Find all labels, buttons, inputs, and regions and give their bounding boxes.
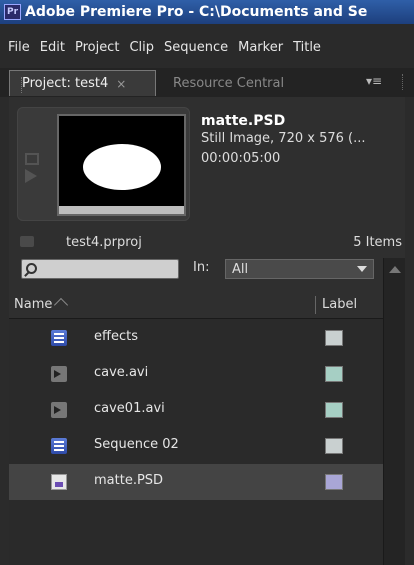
- tab-resource-central[interactable]: Resource Central: [161, 70, 304, 96]
- in-filter-value: All: [232, 261, 249, 277]
- label-swatch[interactable]: [325, 402, 343, 418]
- search-icon: [26, 263, 37, 274]
- vertical-scrollbar[interactable]: [383, 258, 405, 565]
- search-input[interactable]: [21, 259, 179, 279]
- premiere-logo-icon: Pr: [4, 4, 21, 20]
- project-info-row: test4.prproj 5 Items: [9, 234, 405, 254]
- window-title: Adobe Premiere Pro - C:\Documents and Se: [25, 4, 368, 20]
- list-item[interactable]: cave.avi: [9, 356, 383, 392]
- clip-thumbnail: [57, 114, 186, 216]
- column-name-header[interactable]: Name: [14, 297, 52, 312]
- item-name: cave.avi: [94, 365, 149, 380]
- menu-sequence[interactable]: Sequence: [159, 40, 233, 55]
- panel-tab-bar: Project: test4 × Resource Central ▾≡: [0, 68, 414, 97]
- tab-resource-central-label: Resource Central: [173, 75, 285, 91]
- clip-duration: 00:00:05:00: [201, 151, 281, 166]
- preview-controls: [25, 149, 47, 209]
- list-header: Name Label: [9, 290, 383, 319]
- still-image-icon: [51, 474, 67, 490]
- list-item[interactable]: Sequence 02: [9, 428, 383, 464]
- video-icon: [51, 366, 67, 382]
- clip-info: Still Image, 720 x 576 (...: [201, 131, 366, 146]
- matte-ellipse: [83, 144, 161, 190]
- menu-marker[interactable]: Marker: [233, 40, 288, 55]
- in-label: In:: [193, 260, 210, 275]
- sort-ascending-icon[interactable]: [53, 297, 69, 313]
- item-name: effects: [94, 329, 138, 344]
- label-swatch[interactable]: [325, 438, 343, 454]
- folder-icon: [20, 236, 34, 247]
- menu-project[interactable]: Project: [70, 40, 124, 55]
- thumbnail-scrubber[interactable]: [59, 206, 184, 214]
- sequence-icon: [51, 438, 67, 454]
- play-icon[interactable]: [25, 169, 37, 183]
- clip-name: matte.PSD: [201, 113, 286, 129]
- chevron-down-icon: [357, 266, 367, 272]
- menu-edit[interactable]: Edit: [35, 40, 70, 55]
- menu-title[interactable]: Title: [288, 40, 326, 55]
- list-item-selected[interactable]: matte.PSD: [9, 464, 383, 500]
- label-swatch[interactable]: [325, 366, 343, 382]
- label-swatch[interactable]: [325, 474, 343, 490]
- column-label-header[interactable]: Label: [322, 297, 357, 312]
- search-row: In: All: [9, 258, 405, 282]
- title-bar: Pr Adobe Premiere Pro - C:\Documents and…: [0, 0, 414, 24]
- column-divider[interactable]: [315, 296, 316, 314]
- label-swatch[interactable]: [325, 330, 343, 346]
- menu-clip[interactable]: Clip: [124, 40, 159, 55]
- list-item[interactable]: cave01.avi: [9, 392, 383, 428]
- project-file-name: test4.prproj: [66, 235, 142, 250]
- item-name: matte.PSD: [94, 473, 164, 488]
- project-item-list: Name Label effects cave.avi cave01.avi S…: [9, 290, 383, 565]
- tab-project[interactable]: Project: test4 ×: [9, 70, 156, 96]
- poster-frame-icon[interactable]: [25, 153, 39, 165]
- item-count: 5 Items: [353, 235, 402, 250]
- sequence-icon: [51, 330, 67, 346]
- drag-grip-icon[interactable]: [402, 74, 404, 90]
- menu-file[interactable]: File: [3, 40, 35, 55]
- panel-menu-icon[interactable]: ▾≡: [354, 74, 394, 92]
- video-icon: [51, 402, 67, 418]
- scroll-up-icon[interactable]: [389, 266, 401, 273]
- menu-bar: File Edit Project Clip Sequence Marker T…: [0, 24, 414, 68]
- in-filter-select[interactable]: All: [225, 259, 374, 279]
- preview-area: [17, 107, 190, 221]
- close-icon[interactable]: ×: [116, 77, 126, 91]
- tab-project-label: Project: test4: [22, 76, 109, 91]
- project-panel: matte.PSD Still Image, 720 x 576 (... 00…: [9, 97, 405, 565]
- drag-grip-icon[interactable]: [21, 77, 24, 93]
- item-name: cave01.avi: [94, 401, 165, 416]
- list-item[interactable]: effects: [9, 320, 383, 356]
- item-name: Sequence 02: [94, 437, 179, 452]
